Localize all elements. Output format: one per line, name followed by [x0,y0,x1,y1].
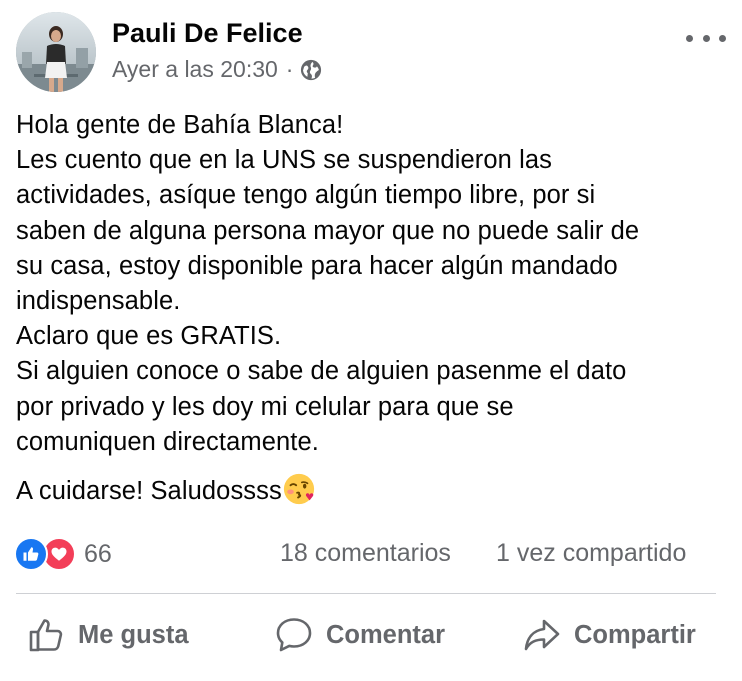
post-meta: Ayer a las 20:30 · [112,56,322,83]
post-text-line: por privado y les doy mi celular para qu… [16,392,514,421]
post-text-line: indispensable. [16,287,181,316]
reactions-count: 66 [84,539,112,568]
post-stats: 66 18 comentarios 1 vez compartido [14,536,718,572]
comments-count[interactable]: 18 comentarios [280,539,451,568]
post-text-line: actividades, asíque tengo algún tiempo l… [16,181,596,210]
share-arrow-icon [524,619,560,651]
thumbs-up-icon [29,619,63,652]
globe-icon[interactable] [300,59,322,81]
more-horizontal-icon [686,34,693,42]
avatar-photo [16,12,96,92]
post-body: Hola gente de Bahía Blanca! Les cuento q… [16,108,728,509]
post-text-line: Aclaro que es GRATIS. [16,322,282,351]
like-reaction-icon [14,537,48,571]
shares-count[interactable]: 1 vez compartido [496,539,686,568]
post-text-line: Si alguien conoce o sabe de alguien pase… [16,357,627,386]
comment-bubble-icon [276,618,312,652]
share-button-label: Compartir [574,620,696,649]
divider [16,593,716,594]
comment-button-label: Comentar [326,620,446,649]
reactions-summary[interactable]: 66 [14,536,112,572]
post-timestamp[interactable]: Ayer a las 20:30 [112,56,278,83]
more-horizontal-icon-dot [702,34,710,42]
share-button[interactable]: Compartir [522,604,696,666]
avatar[interactable] [16,12,96,92]
post-text-line: Les cuento que en la UNS se suspendieron… [16,146,552,175]
post-closing-text: A cuidarse! Saludossss [16,477,282,506]
meta-separator: · [285,56,294,82]
post-actions-bar: Me gusta Comentar Compartir [0,604,742,666]
comment-button[interactable]: Comentar [274,604,445,666]
post-text-line: Hola gente de Bahía Blanca! [16,111,344,139]
more-horizontal-icon-dot [719,34,726,42]
post-text-line: comuniquen directamente. [16,427,319,456]
like-button[interactable]: Me gusta [26,604,189,666]
post-card: Pauli De Felice Ayer a las 20:30 · Hola … [0,0,742,681]
more-options-button[interactable] [686,26,726,50]
post-header: Pauli De Felice Ayer a las 20:30 · [16,12,726,92]
author-name[interactable]: Pauli De Felice [112,18,303,49]
post-text-line: saben de alguna persona mayor que no pue… [16,216,640,245]
face-blowing-kiss-emoji [283,473,314,505]
like-button-label: Me gusta [78,620,189,649]
post-text-line: su casa, estoy disponible para hacer alg… [16,251,618,280]
post-closing-line: A cuidarse! Saludossss [16,472,728,509]
